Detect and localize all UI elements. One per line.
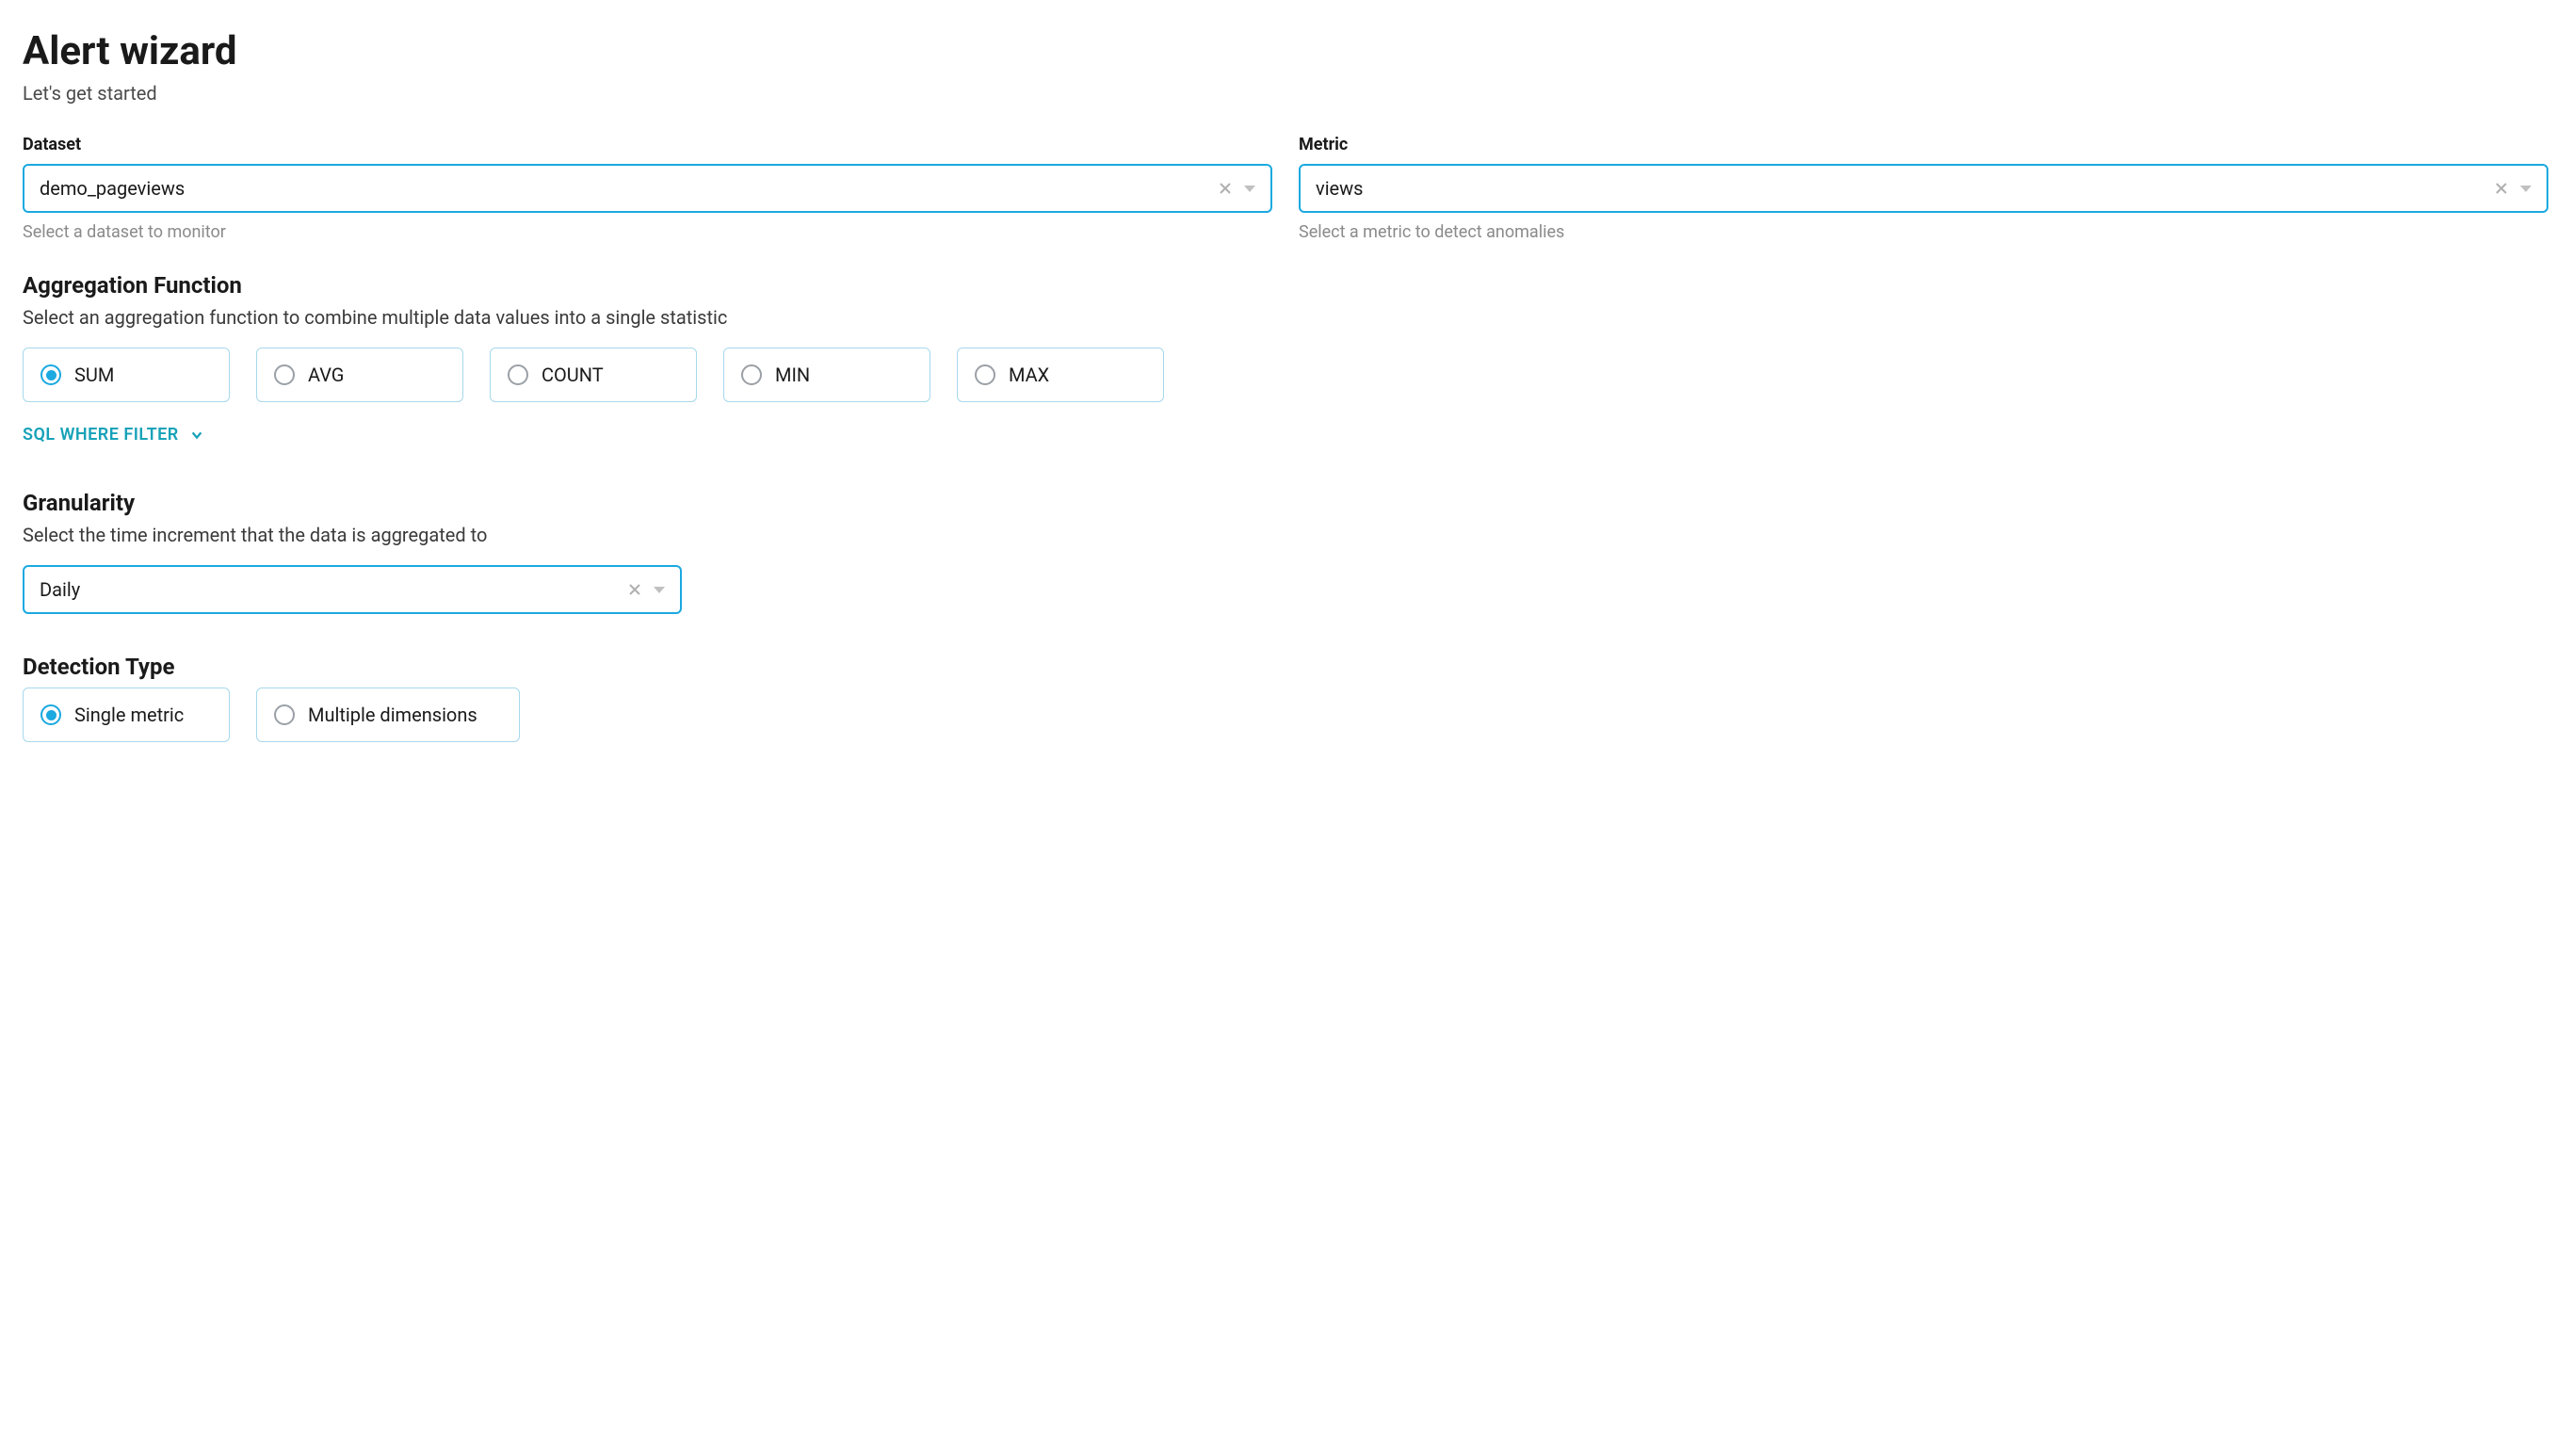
sql-where-filter-toggle[interactable]: SQL WHERE FILTER — [23, 425, 2548, 445]
clear-icon[interactable] — [1218, 181, 1233, 196]
radio-icon — [508, 364, 528, 385]
aggregation-option-avg[interactable]: AVG — [256, 348, 463, 402]
detection-option-single[interactable]: Single metric — [23, 688, 230, 742]
dataset-value: demo_pageviews — [40, 177, 1218, 200]
granularity-value: Daily — [40, 578, 627, 601]
aggregation-option-min[interactable]: MIN — [723, 348, 930, 402]
dataset-label: Dataset — [23, 135, 1272, 154]
chevron-down-icon[interactable] — [654, 587, 665, 593]
detection-title: Detection Type — [23, 654, 2548, 680]
dataset-helper: Select a dataset to monitor — [23, 222, 1272, 242]
aggregation-options: SUM AVG COUNT MIN MAX — [23, 348, 2548, 402]
aggregation-option-sum[interactable]: SUM — [23, 348, 230, 402]
aggregation-desc: Select an aggregation function to combin… — [23, 306, 2548, 329]
page-title: Alert wizard — [23, 28, 2548, 74]
clear-icon[interactable] — [2494, 181, 2509, 196]
granularity-title: Granularity — [23, 490, 2548, 516]
aggregation-option-label: COUNT — [542, 364, 604, 386]
aggregation-title: Aggregation Function — [23, 272, 2548, 299]
chevron-down-icon[interactable] — [2520, 186, 2531, 192]
detection-option-multiple[interactable]: Multiple dimensions — [256, 688, 520, 742]
detection-option-label: Multiple dimensions — [308, 704, 477, 726]
radio-icon — [741, 364, 762, 385]
radio-icon — [40, 364, 61, 385]
aggregation-option-label: MIN — [775, 364, 810, 386]
granularity-desc: Select the time increment that the data … — [23, 524, 2548, 546]
metric-helper: Select a metric to detect anomalies — [1299, 222, 2548, 242]
clear-icon[interactable] — [627, 582, 642, 597]
granularity-select[interactable]: Daily — [23, 565, 682, 614]
radio-icon — [274, 364, 295, 385]
detection-options: Single metric Multiple dimensions — [23, 688, 2548, 742]
radio-icon — [274, 704, 295, 725]
aggregation-option-label: SUM — [74, 364, 114, 386]
metric-select[interactable]: views — [1299, 164, 2548, 213]
radio-icon — [40, 704, 61, 725]
detection-option-label: Single metric — [74, 704, 184, 726]
aggregation-option-label: AVG — [308, 364, 344, 386]
aggregation-option-max[interactable]: MAX — [957, 348, 1164, 402]
chevron-down-icon — [190, 429, 203, 442]
page-subtitle: Let's get started — [23, 82, 2548, 105]
sql-filter-label: SQL WHERE FILTER — [23, 425, 179, 445]
metric-label: Metric — [1299, 135, 2548, 154]
metric-value: views — [1316, 177, 2494, 200]
aggregation-option-count[interactable]: COUNT — [490, 348, 697, 402]
chevron-down-icon[interactable] — [1244, 186, 1255, 192]
radio-icon — [975, 364, 995, 385]
aggregation-option-label: MAX — [1009, 364, 1049, 386]
dataset-select[interactable]: demo_pageviews — [23, 164, 1272, 213]
